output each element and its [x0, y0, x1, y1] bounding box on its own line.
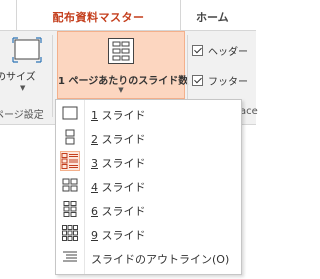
menu-item-3-slides[interactable]: 3 スライド: [58, 150, 239, 173]
menu-item-accel: 3: [91, 157, 98, 170]
tab-handout-master-label: 配布資料マスター: [52, 11, 145, 24]
menu-item-outline[interactable]: スライドのアウトライン(O): [58, 246, 239, 269]
ribbon-tab-strip: 配布資料マスター ホーム: [0, 0, 256, 30]
menu-item-accel: 1: [91, 109, 98, 122]
footer-checkbox-label: フッター: [208, 76, 248, 88]
one-slide-icon: [62, 106, 78, 120]
three-slides-icon: [60, 151, 80, 171]
footer-checkbox[interactable]: フッター: [192, 73, 248, 88]
four-slides-icon: [62, 178, 78, 192]
tab-home[interactable]: ホーム: [196, 9, 229, 25]
checkbox-checked-icon: [192, 74, 203, 86]
placeholders-group-label: ace: [240, 106, 258, 117]
menu-item-accel: 6: [91, 205, 98, 218]
menu-item-accel: 9: [91, 229, 98, 242]
menu-item-4-slides[interactable]: 4 スライド: [58, 174, 239, 197]
two-slides-icon: [65, 129, 75, 145]
header-checkbox-label: ヘッダー: [208, 46, 248, 58]
outline-icon: [63, 251, 77, 262]
slides-per-page-icon: [108, 38, 134, 64]
slides-per-page-menu: 1 スライド 2 スライド 3 スライド 4 スライド 6 スライド 9 スライ…: [55, 99, 242, 275]
six-slides-icon: [63, 201, 77, 217]
page-setup-group-label: ページ設定: [0, 110, 44, 121]
menu-item-label: スライドのアウトライン(O): [91, 253, 230, 266]
menu-item-2-slides[interactable]: 2 スライド: [58, 126, 239, 149]
menu-item-accel: 4: [91, 181, 98, 194]
header-checkbox[interactable]: ヘッダー: [192, 43, 248, 58]
slide-size-icon: [12, 37, 42, 63]
slide-size-label: のサイズ: [0, 72, 36, 83]
chevron-down-icon: ▼: [20, 84, 26, 92]
group-divider: [52, 35, 53, 117]
nine-slides-icon: [62, 225, 78, 241]
checkbox-checked-icon: [192, 44, 203, 56]
menu-item-6-slides[interactable]: 6 スライド: [58, 198, 239, 221]
slides-per-page-label: 1 ページあたりのスライド数: [58, 76, 189, 87]
menu-item-label: スライド: [98, 157, 146, 170]
menu-item-1-slide[interactable]: 1 スライド: [58, 102, 239, 125]
menu-item-9-slides[interactable]: 9 スライド: [58, 222, 239, 245]
menu-item-label: スライド: [98, 181, 146, 194]
chevron-down-icon: ▼: [118, 86, 124, 94]
menu-item-label: スライド: [98, 229, 146, 242]
menu-item-label: スライド: [98, 205, 146, 218]
tab-handout-master[interactable]: 配布資料マスター: [16, 0, 181, 30]
menu-item-label: スライド: [98, 109, 146, 122]
menu-item-accel: 2: [91, 133, 98, 146]
menu-item-label: スライド: [98, 133, 146, 146]
slides-per-page-button[interactable]: 1 ページあたりのスライド数 ▼: [57, 31, 189, 99]
